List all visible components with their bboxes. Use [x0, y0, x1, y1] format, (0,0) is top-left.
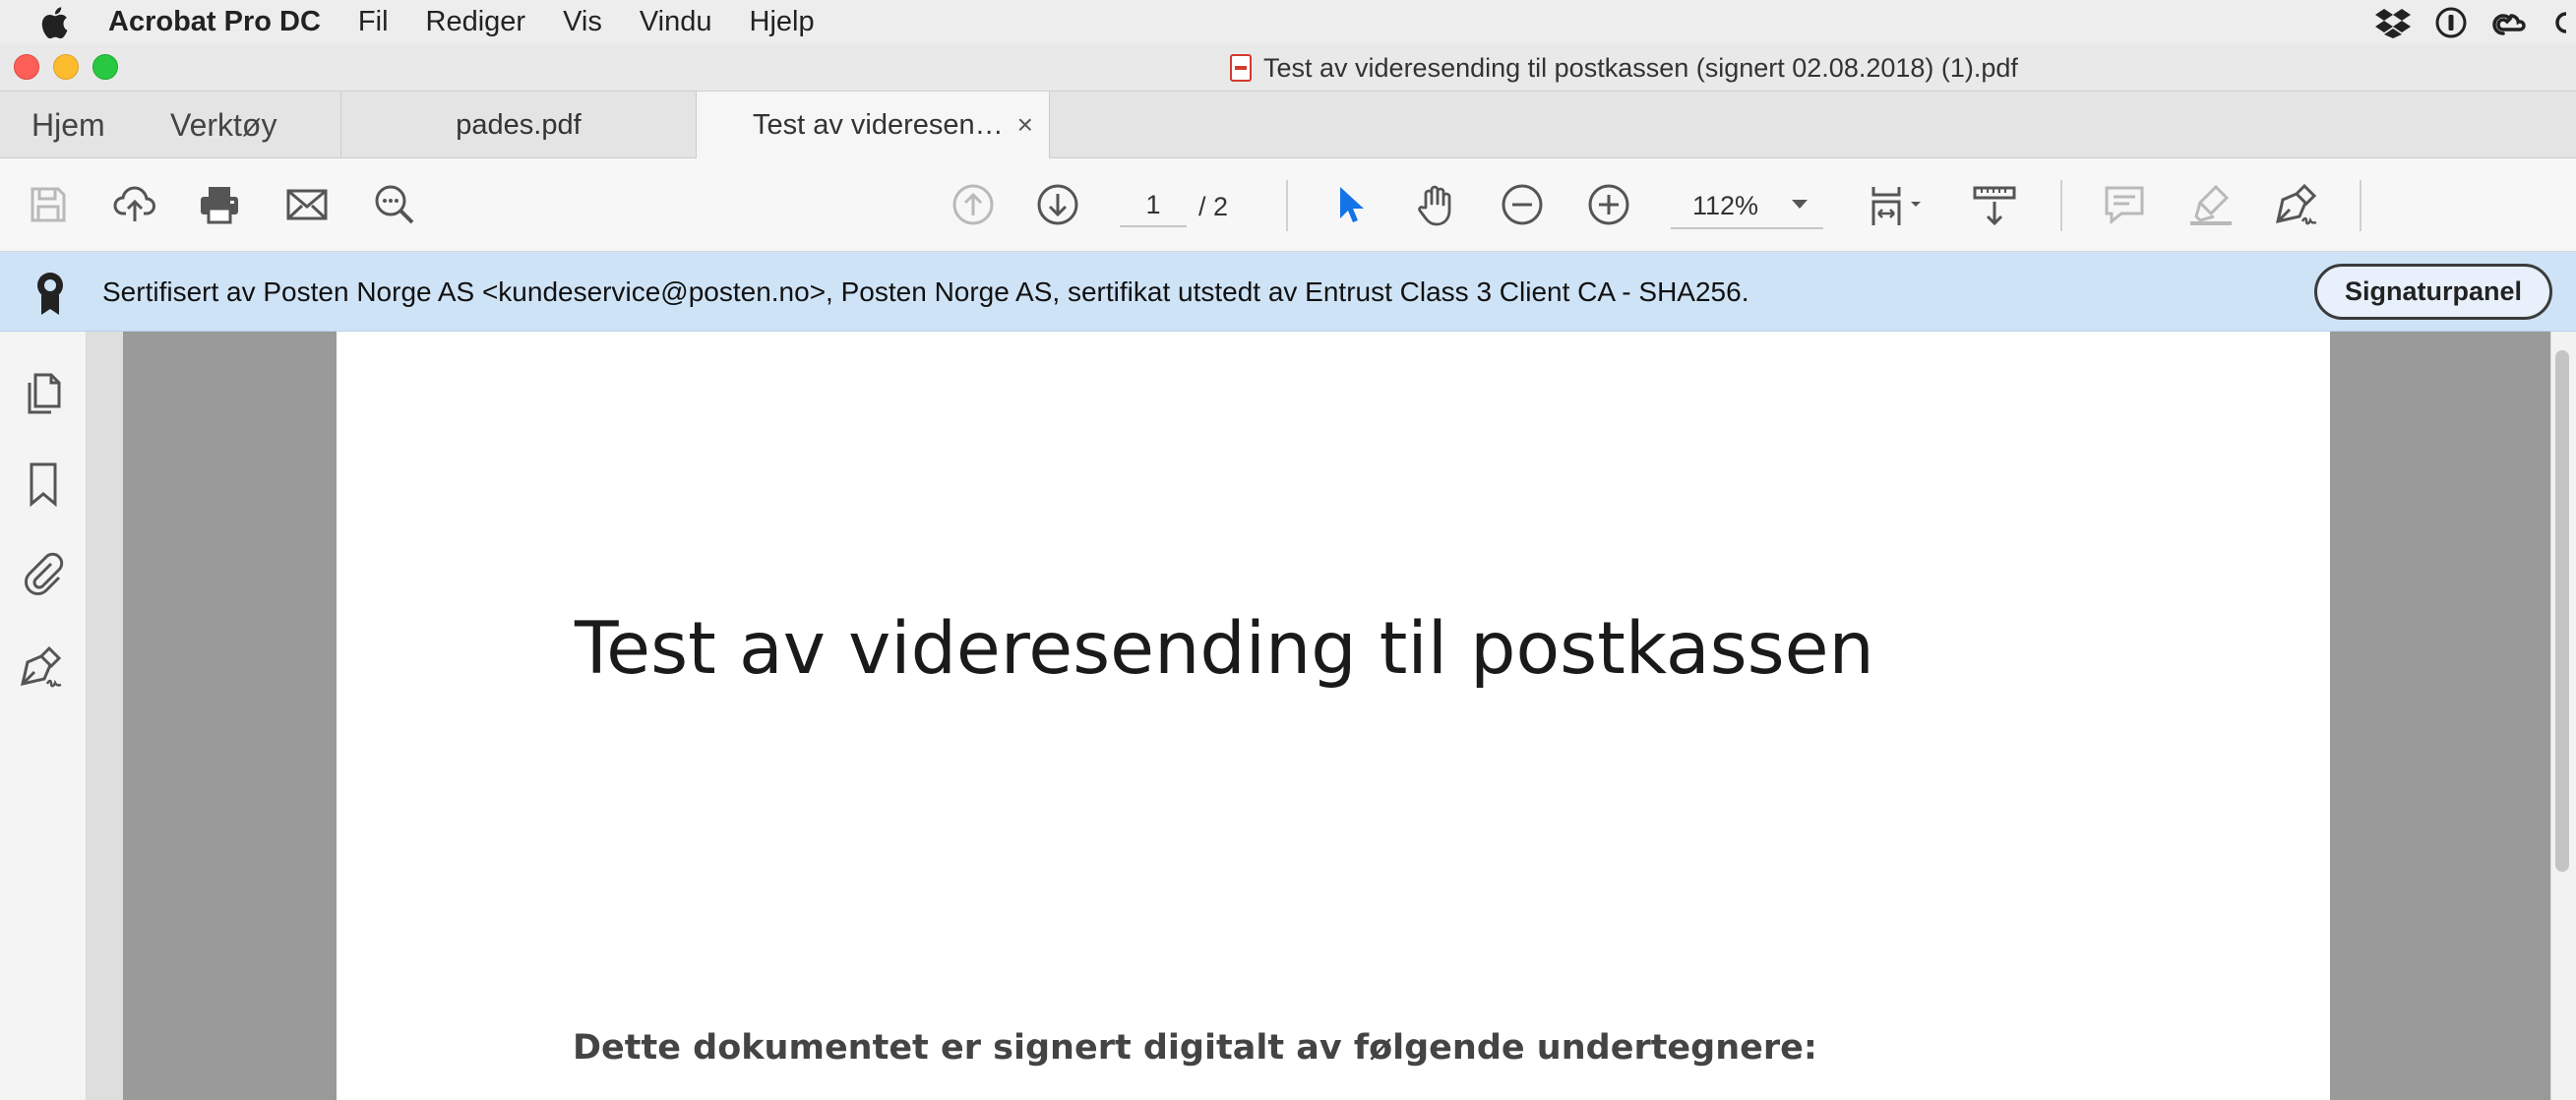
page-total-label: / 2 [1198, 192, 1229, 221]
zoom-out-button[interactable] [1496, 178, 1549, 231]
comment-icon [2105, 186, 2144, 225]
window-titlebar: Test av videresending til postkassen (si… [0, 44, 2576, 92]
creative-cloud-icon[interactable] [2491, 8, 2531, 37]
zoom-in-icon [1588, 184, 1629, 225]
pdf-page[interactable]: Test av videresending til postkassen Det… [337, 332, 2330, 1100]
onepassword-icon[interactable] [2434, 6, 2468, 39]
zoom-level-dropdown[interactable]: 112% [1671, 184, 1823, 229]
highlighter-icon [2190, 184, 2232, 225]
paperclip-icon[interactable] [20, 550, 67, 597]
fill-sign-button[interactable] [2271, 178, 2324, 231]
macos-menubar: Acrobat Pro DC Fil Rediger Vis Vindu Hje… [0, 0, 2576, 44]
page-thumbnails-icon[interactable] [20, 371, 67, 418]
signature-panel-button[interactable]: Signaturpanel [2314, 264, 2552, 320]
tab-close-icon[interactable]: × [1017, 109, 1033, 141]
signature-message: Sertifisert av Posten Norge AS <kundeser… [102, 275, 1749, 307]
zoom-out-icon [1502, 184, 1543, 225]
search-icon [375, 185, 414, 224]
window-zoom-button[interactable] [92, 54, 118, 80]
tab-document-label: pades.pdf [456, 108, 582, 141]
menubar-status-area [2375, 0, 2576, 44]
next-page-button[interactable] [1031, 178, 1084, 231]
page-margin-left [123, 332, 337, 1100]
window-minimize-button[interactable] [53, 54, 79, 80]
toolbar-separator [2060, 180, 2062, 231]
page-display-button[interactable] [1864, 178, 1932, 231]
scroll-mode-button[interactable] [1968, 178, 2021, 231]
tab-row: Hjem Verktøy pades.pdf Test av videresen… [0, 92, 2576, 159]
app-name-menu[interactable]: Acrobat Pro DC [108, 6, 321, 38]
tab-document-pades[interactable]: pades.pdf [340, 92, 696, 158]
menu-vindu[interactable]: Vindu [640, 6, 712, 38]
zoom-level-value: 112% [1692, 190, 1759, 220]
window-close-button[interactable] [14, 54, 39, 80]
email-button[interactable] [280, 178, 334, 231]
highlight-button[interactable] [2184, 178, 2238, 231]
signature-pen-icon[interactable] [20, 644, 67, 692]
comment-button[interactable] [2098, 178, 2151, 231]
chevron-down-icon [1792, 200, 1808, 209]
menu-hjelp[interactable]: Hjelp [750, 6, 815, 38]
menu-fil[interactable]: Fil [358, 6, 389, 38]
main-toolbar: / 2 112% [0, 158, 2576, 252]
hand-icon [1418, 185, 1451, 226]
save-button[interactable] [22, 178, 75, 231]
tab-home[interactable]: Hjem [31, 92, 105, 158]
page-number-input[interactable] [1120, 184, 1187, 227]
upload-cloud-button[interactable] [108, 178, 161, 231]
left-navigation-rail [0, 332, 87, 1100]
printer-icon [201, 187, 238, 224]
pen-sign-icon [2276, 183, 2317, 225]
window-title-text: Test av videresending til postkassen (si… [1263, 52, 2018, 83]
page-margin-right [2330, 332, 2550, 1100]
cloud-upload-icon [113, 186, 155, 221]
fit-page-icon [1871, 187, 1921, 225]
signature-banner: Sertifisert av Posten Norge AS <kundeser… [0, 252, 2576, 332]
certified-ribbon-icon [37, 273, 63, 315]
menu-rediger[interactable]: Rediger [426, 6, 526, 38]
apple-menu-icon[interactable] [0, 6, 108, 39]
bookmark-icon[interactable] [20, 460, 67, 508]
envelope-icon [286, 189, 328, 220]
zoom-in-button[interactable] [1582, 178, 1635, 231]
partial-status-icon[interactable] [2554, 8, 2566, 37]
scrollbar-thumb[interactable] [2555, 350, 2569, 872]
tab-tools[interactable]: Verktøy [170, 92, 276, 158]
print-button[interactable] [193, 178, 246, 231]
arrow-up-circle-icon [952, 184, 994, 225]
cursor-arrow-icon [1340, 187, 1364, 222]
document-title: Test av videresending til postkassen [575, 607, 1874, 691]
tab-document-label: Test av videresen… [753, 109, 1004, 141]
ruler-download-icon [1973, 186, 2016, 226]
select-tool-button[interactable] [1322, 178, 1376, 231]
menu-vis[interactable]: Vis [563, 6, 602, 38]
arrow-down-circle-icon [1037, 184, 1078, 225]
pdf-file-icon [1230, 54, 1252, 82]
document-subtitle: Dette dokumentet er signert digitalt av … [573, 1028, 1817, 1068]
dropbox-icon[interactable] [2375, 7, 2411, 38]
toolbar-separator [2360, 180, 2361, 231]
tab-document-active[interactable]: Test av videresen… × [696, 92, 1050, 159]
window-controls [14, 54, 118, 80]
previous-page-button[interactable] [947, 178, 1000, 231]
save-icon [31, 187, 66, 222]
hand-tool-button[interactable] [1409, 178, 1462, 231]
toolbar-separator [1286, 180, 1288, 231]
find-button[interactable] [368, 178, 421, 231]
window-title: Test av videresending til postkassen (si… [1230, 44, 2018, 92]
